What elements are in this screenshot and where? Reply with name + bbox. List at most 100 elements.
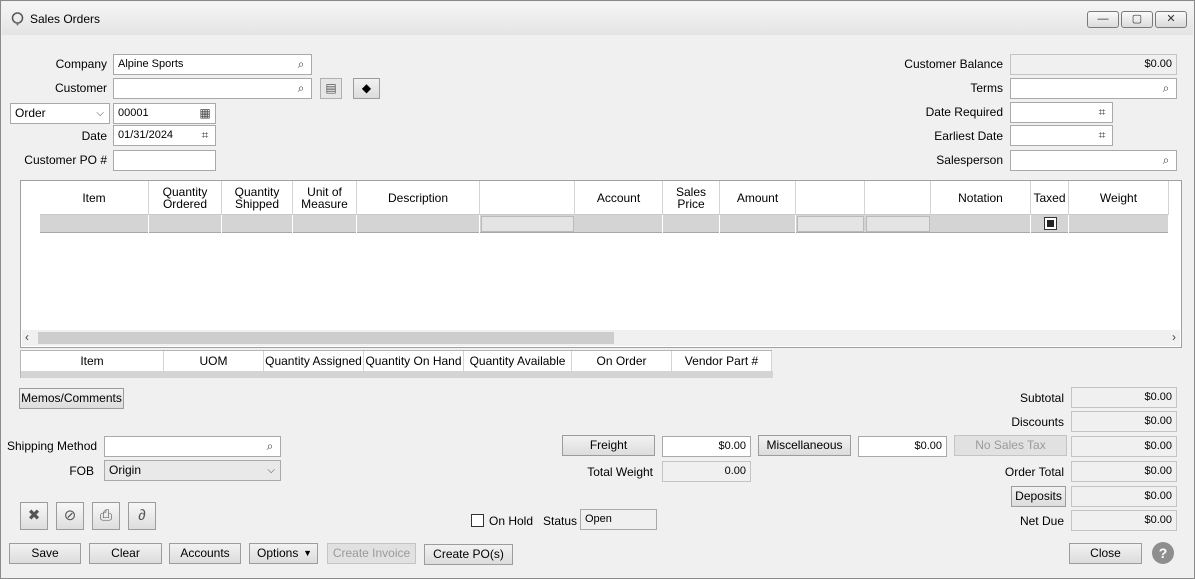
clear-button[interactable]: Clear [89,543,162,564]
document-number-field[interactable]: 00001 ▦ [113,103,216,124]
table-row[interactable] [40,215,1169,233]
column-header[interactable]: Quantity Assigned [264,351,364,371]
deposits-button[interactable]: Deposits [1011,486,1066,507]
form-body: Company Alpine Sports ⌕ Customer ⌕ ▤ ◆ O… [7,35,1188,572]
scroll-left-icon[interactable]: ‹ [25,330,29,344]
search-icon[interactable]: ⌕ [294,81,308,95]
column-header[interactable]: Item [21,351,164,371]
salesperson-field[interactable]: ⌕ [1010,150,1177,171]
stock-grid[interactable]: Vendor Part # On Order Quantity Available Q… [20,350,773,378]
customer-balance-field: $0.00 [1010,54,1177,75]
column-header[interactable]: Quantity Shipped [222,181,293,215]
customer-card-button[interactable]: ▤ [320,78,342,99]
column-header[interactable]: UOM [164,351,264,371]
column-header[interactable]: Quantity Ordered [149,181,222,215]
date-field[interactable]: 01/31/2024 ⌗ [113,125,216,146]
table-cell[interactable] [866,216,930,232]
print-button[interactable]: ⎙ [92,502,120,530]
miscellaneous-button[interactable]: Miscellaneous [758,435,851,456]
terms-field[interactable]: ⌕ [1010,78,1177,99]
column-header[interactable] [480,181,575,215]
total-weight-field: 0.00 [662,461,751,482]
column-header[interactable]: Item [40,181,149,215]
delete-order-button[interactable]: ✖ [20,502,48,530]
no-sales-tax-button[interactable]: No Sales Tax [954,435,1067,456]
customer-field[interactable]: ⌕ [113,78,312,99]
table-cell[interactable] [575,215,663,233]
document-type-value: Order [15,106,46,120]
column-header[interactable]: Account [575,181,663,215]
options-label: Options [257,546,299,560]
table-cell[interactable] [663,215,720,233]
search-icon[interactable]: ⌕ [1159,81,1173,95]
column-header[interactable] [865,181,931,215]
table-cell[interactable] [1069,215,1169,233]
table-cell[interactable] [149,215,222,233]
date-required-field[interactable]: ⌗ [1010,102,1113,123]
options-button[interactable]: Options ▼ [249,543,318,564]
table-cell[interactable] [1031,215,1069,233]
table-cell[interactable] [931,215,1031,233]
close-window-button[interactable]: ✕ [1155,11,1187,28]
document-type-select[interactable]: Order ⌵ [10,103,110,124]
void-order-button[interactable]: ⊘ [56,502,84,530]
customer-po-field[interactable] [113,150,216,171]
column-header[interactable]: Amount [720,181,796,215]
line-items-grid[interactable]: Item Quantity Ordered Quantity Shipped Unit… [20,180,1182,348]
column-header[interactable] [796,181,865,215]
minimize-button[interactable]: — [1087,11,1119,28]
table-row[interactable] [21,371,773,378]
table-cell[interactable] [357,215,480,233]
column-header[interactable]: Quantity Available [464,351,572,371]
table-cell[interactable] [797,216,864,232]
shipping-method-field[interactable]: ⌕ [104,436,281,457]
freight-button[interactable]: Freight [562,435,655,456]
discounts-value: $0.00 [1144,415,1172,427]
miscellaneous-field[interactable]: $0.00 [858,436,947,457]
column-header[interactable]: On Order [572,351,672,371]
create-pos-button[interactable]: Create PO(s) [424,544,513,565]
table-cell[interactable] [222,215,293,233]
column-header[interactable]: Sales Price [663,181,720,215]
taxed-checkbox[interactable] [1044,217,1057,230]
search-icon[interactable]: ⌕ [263,439,277,453]
column-header[interactable]: Vendor Part # [672,351,772,371]
calendar-icon[interactable]: ⌗ [198,128,212,142]
fob-select[interactable]: Origin ⌵ [104,460,281,481]
freight-field[interactable]: $0.00 [662,436,751,457]
horizontal-scrollbar[interactable]: ‹ › [22,330,1180,346]
earliest-date-label: Earliest Date [934,129,1003,143]
customer-notes-button[interactable]: ◆ [353,78,380,99]
company-field[interactable]: Alpine Sports ⌕ [113,54,312,75]
table-cell[interactable] [40,215,149,233]
scrollbar-thumb[interactable] [38,332,614,344]
calendar-icon[interactable]: ▦ [198,106,212,120]
company-label: Company [55,57,107,71]
memos-comments-button[interactable]: Memos/Comments [19,388,124,409]
calendar-icon[interactable]: ⌗ [1095,105,1109,119]
salesperson-label: Salesperson [936,153,1003,167]
calendar-icon[interactable]: ⌗ [1095,128,1109,142]
line-items-header: Item Quantity Ordered Quantity Shipped Unit… [40,181,1169,215]
column-header[interactable]: Unit of Measure [293,181,357,215]
earliest-date-field[interactable]: ⌗ [1010,125,1113,146]
column-header[interactable]: Weight [1069,181,1169,215]
maximize-button[interactable]: ▢ [1121,11,1153,28]
table-cell[interactable] [293,215,357,233]
attach-button[interactable]: ∂ [128,502,156,530]
table-cell[interactable] [481,216,574,232]
column-header[interactable]: Taxed [1031,181,1069,215]
accounts-button[interactable]: Accounts [169,543,241,564]
save-button[interactable]: Save [9,543,81,564]
column-header[interactable]: Notation [931,181,1031,215]
column-header[interactable]: Quantity On Hand [364,351,464,371]
on-hold-checkbox[interactable] [471,514,484,527]
search-icon[interactable]: ⌕ [1159,153,1173,167]
close-button[interactable]: Close [1069,543,1142,564]
column-header[interactable]: Description [357,181,480,215]
search-icon[interactable]: ⌕ [294,57,308,71]
scroll-right-icon[interactable]: › [1172,330,1176,344]
help-icon[interactable]: ? [1152,542,1174,564]
create-invoice-button[interactable]: Create Invoice [327,543,416,564]
table-cell[interactable] [720,215,796,233]
